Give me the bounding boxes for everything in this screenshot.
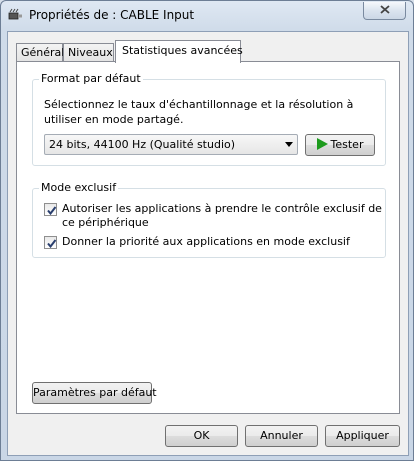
exclusive-control-option[interactable]: Autoriser les applications à prendre le … [44,202,382,232]
tab-statistiques-avancees[interactable]: Statistiques avancées [115,40,243,63]
test-button-label: Tester [330,138,364,151]
exclusive-mode-group: Mode exclusif Autoriser les applications… [32,181,386,258]
exclusive-priority-checkbox[interactable] [44,236,57,249]
window-title: Propriétés de : CABLE Input [29,8,195,22]
title-bar[interactable]: Propriétés de : CABLE Input [1,1,413,31]
exclusive-group-label: Mode exclusif [39,181,119,194]
exclusive-priority-option[interactable]: Donner la priorité aux applications en m… [44,235,379,251]
play-icon [316,138,328,150]
format-group: Format par défaut Sélectionnez le taux d… [32,72,386,166]
format-select[interactable]: 24 bits, 44100 Hz (Qualité studio) [44,134,298,155]
tab-niveaux[interactable]: Niveaux [63,43,114,62]
test-button[interactable]: Tester [305,134,375,156]
exclusive-control-label: Autoriser les applications à prendre le … [62,202,382,229]
exclusive-control-checkbox[interactable] [44,203,57,216]
format-group-label: Format par défaut [39,72,143,85]
chevron-down-icon [285,142,293,147]
format-description: Sélectionnez le taux d'échantillonnage e… [44,98,354,126]
close-icon [379,4,390,17]
properties-window: Propriétés de : CABLE Input Général Nive… [0,0,414,461]
close-button[interactable] [363,2,406,20]
dialog-client-area: Général Niveaux Statistiques avancées Fo… [7,31,409,456]
advanced-tab-panel: Format par défaut Sélectionnez le taux d… [16,61,400,414]
format-select-value: 24 bits, 44100 Hz (Qualité studio) [49,138,236,151]
apply-button[interactable]: Appliquer [325,425,400,447]
tab-general[interactable]: Général [16,43,64,62]
ok-button[interactable]: OK [165,425,238,447]
cancel-button[interactable]: Annuler [245,425,318,447]
speaker-jack-icon [8,7,24,23]
exclusive-priority-label: Donner la priorité aux applications en m… [62,235,350,248]
restore-defaults-button[interactable]: Paramètres par défaut [32,382,157,404]
